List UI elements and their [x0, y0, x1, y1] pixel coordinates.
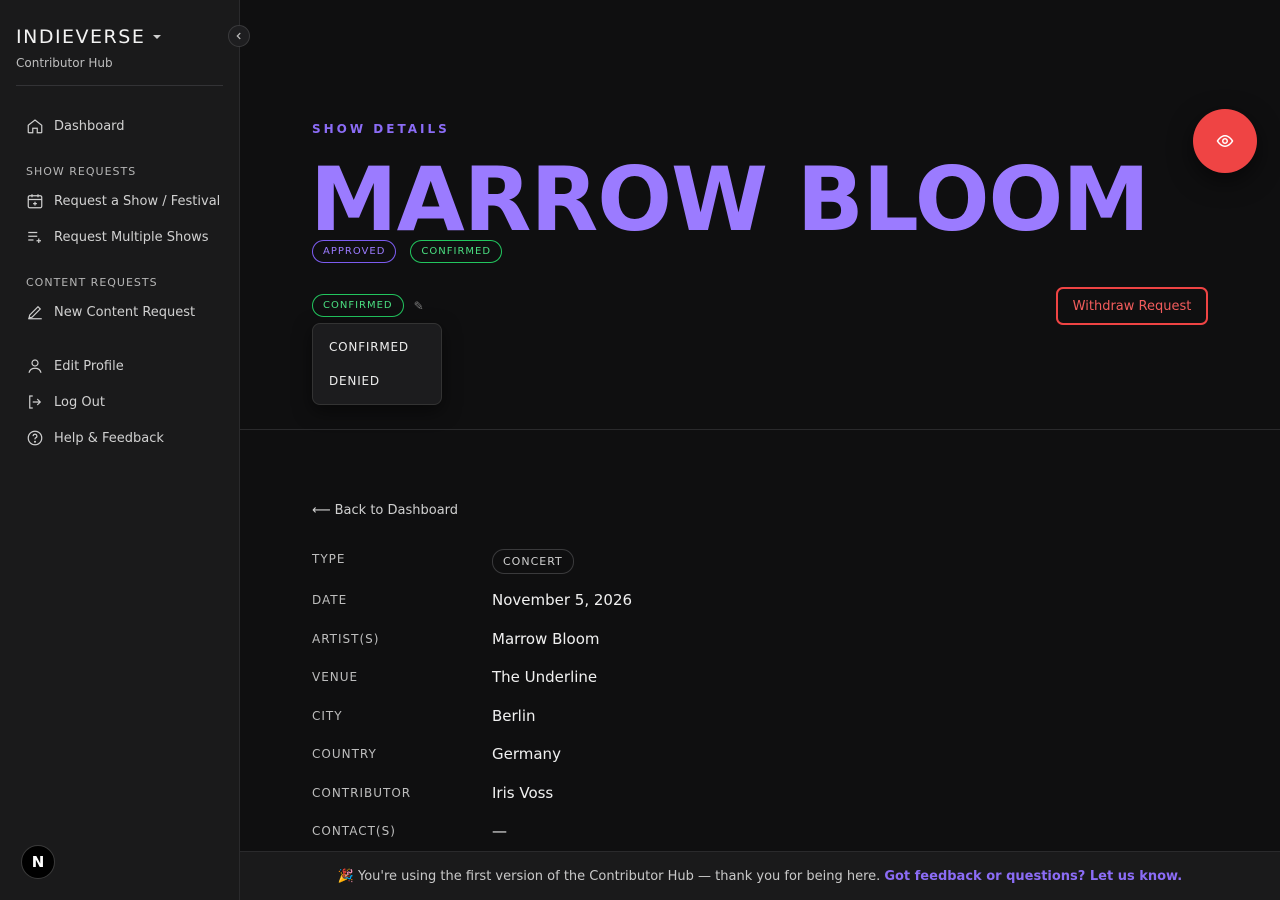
sidebar-item-label: Edit Profile	[54, 358, 124, 374]
confirmed-badge: CONFIRMED	[410, 240, 503, 263]
contacts-value: —	[492, 822, 507, 840]
section-content-requests: CONTENT REQUESTS	[26, 276, 158, 289]
brand-name: INDIEVERSE	[16, 26, 146, 48]
status-select[interactable]: CONFIRMED ✎	[312, 294, 424, 317]
status-badges: APPROVED CONFIRMED	[312, 240, 503, 263]
sidebar-item-label: Request a Show / Festival	[54, 193, 221, 209]
city-value: Berlin	[492, 707, 536, 725]
section-show-requests: SHOW REQUESTS	[26, 165, 137, 178]
sidebar-item-request-show[interactable]: Request a Show / Festival	[26, 192, 220, 210]
artists-value: Marrow Bloom	[492, 630, 600, 648]
sidebar-item-help[interactable]: Help & Feedback	[26, 429, 164, 447]
type-chip: CONCERT	[492, 549, 574, 574]
party-icon: 🎉	[337, 868, 354, 884]
eye-icon	[1216, 134, 1234, 148]
sidebar-item-label: Request Multiple Shows	[54, 229, 209, 245]
sidebar-item-label: Dashboard	[54, 118, 125, 134]
country-label: COUNTRY	[312, 747, 377, 761]
artists-label: ARTIST(S)	[312, 632, 380, 646]
chevron-left-icon	[236, 32, 241, 40]
sidebar-item-request-multiple[interactable]: Request Multiple Shows	[26, 228, 209, 246]
help-circle-icon	[27, 430, 43, 446]
dropdown-option-confirmed[interactable]: CONFIRMED	[329, 340, 409, 354]
back-to-dashboard-link[interactable]: ⟵ Back to Dashboard	[312, 503, 458, 518]
type-label: TYPE	[312, 552, 346, 566]
sidebar-item-label: Log Out	[54, 394, 105, 410]
list-plus-icon	[28, 231, 41, 243]
calendar-plus-icon	[27, 194, 43, 209]
date-label: DATE	[312, 593, 348, 607]
sidebar-item-label: New Content Request	[54, 304, 196, 320]
brand[interactable]: INDIEVERSE Contributor Hub	[16, 26, 162, 70]
section-divider	[240, 429, 1280, 430]
sidebar-item-log-out[interactable]: Log Out	[26, 393, 105, 411]
edit-icon[interactable]: ✎	[414, 299, 424, 313]
feedback-link[interactable]: Got feedback or questions? Let us know.	[884, 869, 1182, 884]
dropdown-option-denied[interactable]: DENIED	[329, 374, 380, 388]
contributor-value: Iris Voss	[492, 784, 554, 802]
home-icon	[27, 119, 43, 134]
sidebar: INDIEVERSE Contributor Hub Dashboard SHO…	[0, 0, 240, 900]
venue-value: The Underline	[492, 668, 598, 686]
date-value: November 5, 2026	[492, 591, 633, 609]
approved-badge: APPROVED	[312, 240, 397, 263]
sidebar-item-dashboard[interactable]: Dashboard	[26, 117, 125, 135]
preview-button[interactable]	[1193, 109, 1257, 173]
contributor-label: CONTRIBUTOR	[312, 786, 412, 800]
sidebar-item-new-content[interactable]: New Content Request	[26, 303, 195, 321]
feedback-banner: 🎉 You're using the first version of the …	[240, 851, 1280, 900]
status-dropdown-menu: CONFIRMED DENIED	[312, 323, 442, 405]
sidebar-divider	[16, 85, 223, 86]
pencil-icon	[28, 305, 42, 320]
brand-title[interactable]: INDIEVERSE	[16, 26, 162, 48]
page-eyebrow: SHOW DETAILS	[312, 122, 450, 136]
user-icon	[28, 359, 42, 373]
banner-message: You're using the first version of the Co…	[358, 868, 881, 884]
arrow-left-icon: ⟵	[312, 503, 331, 518]
country-value: Germany	[492, 745, 561, 763]
caret-down-icon	[153, 35, 162, 39]
withdraw-request-button[interactable]: Withdraw Request	[1056, 287, 1208, 325]
log-out-icon	[29, 395, 42, 409]
sidebar-item-edit-profile[interactable]: Edit Profile	[26, 357, 124, 375]
venue-label: VENUE	[312, 670, 359, 684]
main-content: SHOW DETAILS MARROW BLOOM APPROVED CONFI…	[240, 0, 1280, 900]
contacts-label: CONTACT(S)	[312, 824, 396, 838]
page-title: MARROW BLOOM	[310, 148, 1150, 251]
sidebar-item-label: Help & Feedback	[54, 430, 164, 446]
status-select-value[interactable]: CONFIRMED	[312, 294, 404, 317]
city-label: CITY	[312, 709, 343, 723]
next-dev-badge[interactable]: N	[21, 845, 55, 879]
collapse-sidebar-button[interactable]	[228, 25, 250, 47]
brand-subtitle: Contributor Hub	[16, 56, 113, 70]
back-link-label: Back to Dashboard	[334, 503, 459, 518]
